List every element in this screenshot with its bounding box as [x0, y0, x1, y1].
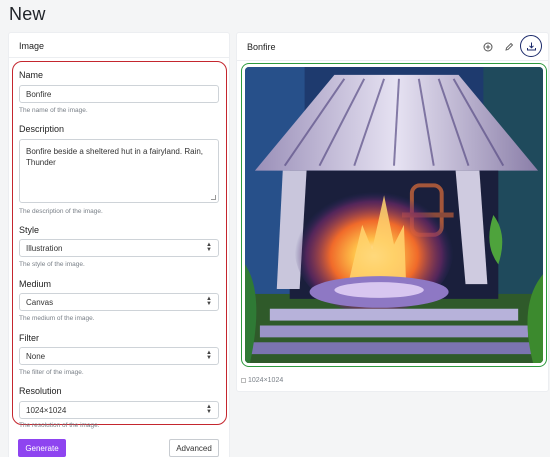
- form-card-header: Image: [19, 41, 45, 51]
- resolution-caption: 1024×1024: [241, 377, 283, 384]
- select-caret-icon: ▲ ▼: [206, 296, 212, 307]
- generate-button[interactable]: Generate: [18, 439, 66, 457]
- image-form-card: Image Name Bonfire The name of the image…: [8, 32, 230, 457]
- name-input-value: Bonfire: [26, 89, 52, 99]
- resolution-help: The resolution of the image.: [19, 422, 100, 429]
- resize-grip-icon[interactable]: [211, 195, 216, 200]
- description-label: Description: [19, 124, 65, 134]
- filter-label: Filter: [19, 333, 39, 343]
- add-circle-icon[interactable]: [480, 39, 496, 55]
- description-textarea-value: Bonfire beside a sheltered hut in a fair…: [26, 147, 203, 167]
- form-header-divider: [9, 57, 229, 58]
- medium-label: Medium: [19, 279, 52, 289]
- image-preview-card: Bonfire 1024×1024: [236, 32, 549, 392]
- medium-select[interactable]: Canvas ▲ ▼: [19, 293, 219, 311]
- select-caret-icon: ▲ ▼: [206, 404, 212, 415]
- resolution-select[interactable]: 1024×1024 ▲ ▼: [19, 401, 219, 419]
- resolution-caption-text: 1024×1024: [248, 377, 284, 384]
- description-help: The description of the image.: [19, 208, 103, 215]
- preview-header-divider: [237, 60, 548, 61]
- preview-card-title: Bonfire: [247, 42, 276, 52]
- advanced-button[interactable]: Advanced: [169, 439, 219, 457]
- name-input[interactable]: Bonfire: [19, 85, 219, 103]
- pencil-icon[interactable]: [501, 39, 517, 55]
- download-icon: [526, 42, 536, 50]
- filter-select-value: None: [26, 351, 46, 361]
- medium-help: The medium of the image.: [19, 315, 95, 322]
- select-caret-icon: ▲ ▼: [206, 242, 212, 253]
- generated-image: [245, 67, 543, 363]
- style-select[interactable]: Illustration ▲ ▼: [19, 239, 219, 257]
- resolution-select-value: 1024×1024: [26, 405, 67, 415]
- name-label: Name: [19, 70, 44, 80]
- filter-help: The filter of the image.: [19, 369, 84, 376]
- description-textarea[interactable]: Bonfire beside a sheltered hut in a fair…: [19, 139, 219, 203]
- resolution-label: Resolution: [19, 386, 62, 396]
- select-caret-icon: ▲ ▼: [206, 350, 212, 361]
- generated-image-frame: [241, 63, 547, 367]
- page-title: New: [9, 4, 46, 24]
- style-help: The style of the image.: [19, 261, 85, 268]
- filter-select[interactable]: None ▲ ▼: [19, 347, 219, 365]
- style-label: Style: [19, 225, 40, 235]
- download-button[interactable]: [520, 35, 542, 57]
- medium-select-value: Canvas: [26, 297, 54, 307]
- image-size-icon: [241, 378, 246, 383]
- name-help: The name of the image.: [19, 107, 88, 114]
- style-select-value: Illustration: [26, 243, 63, 253]
